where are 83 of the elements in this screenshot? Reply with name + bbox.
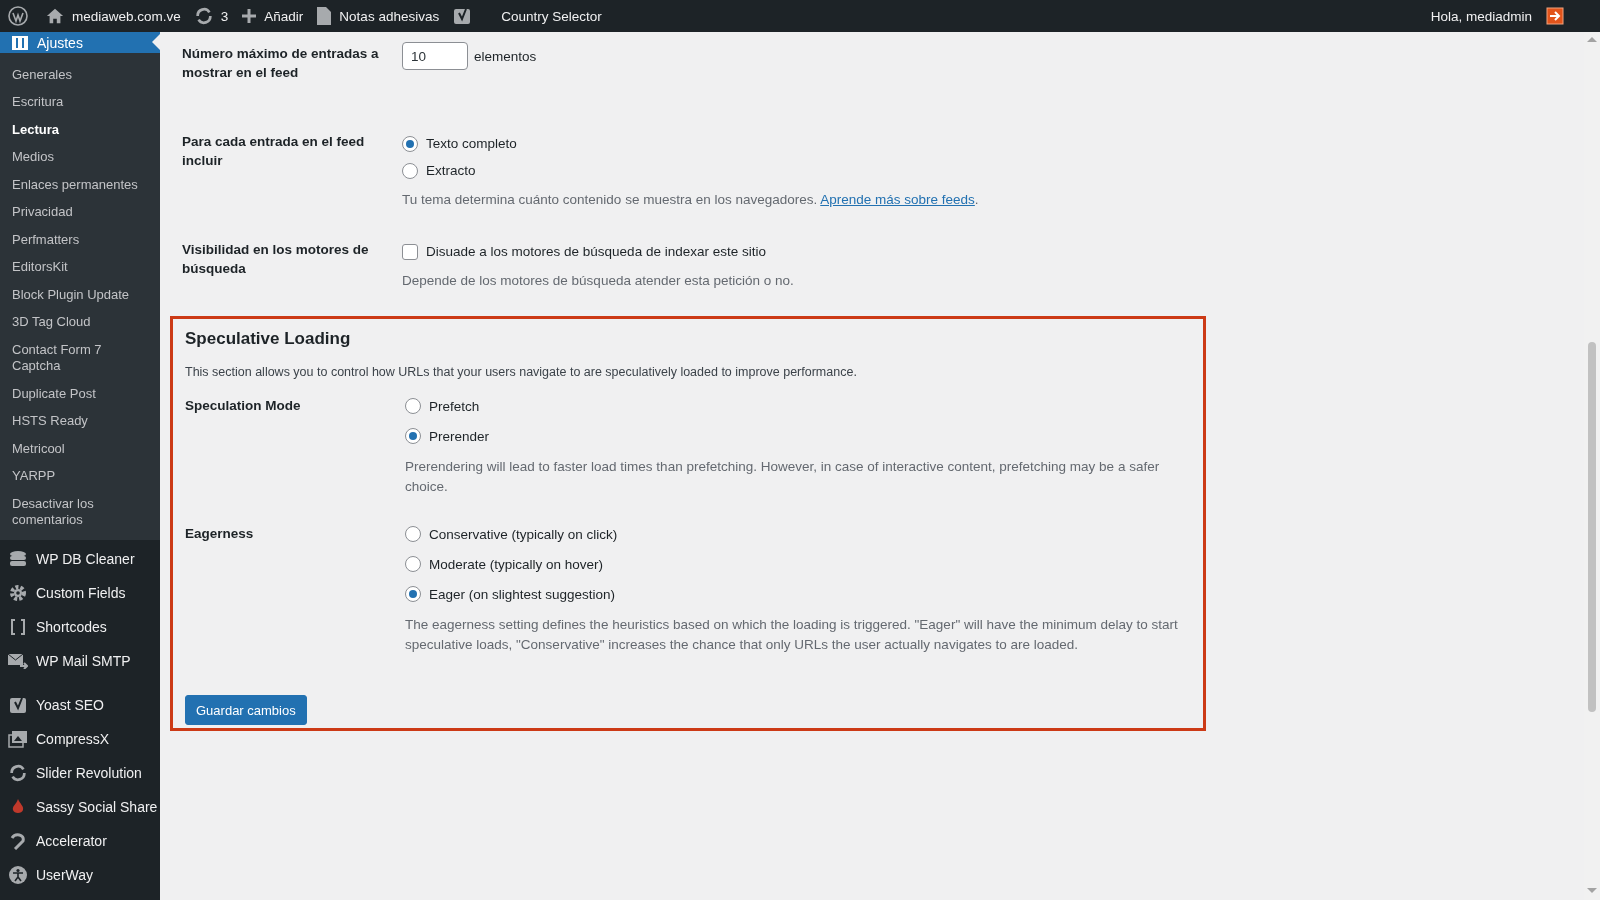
section-title: Speculative Loading — [185, 329, 352, 349]
brackets-icon — [10, 619, 26, 635]
menu-item[interactable]: UserWay — [0, 858, 160, 892]
country-selector-link[interactable]: Country Selector — [501, 8, 602, 24]
number-field[interactable]: 10 — [402, 42, 468, 70]
flame-icon — [12, 799, 24, 815]
images-icon — [8, 730, 28, 748]
accessibility-icon — [9, 866, 27, 884]
submenu-item[interactable]: Contact Form 7 Captcha — [0, 336, 160, 380]
menu-item[interactable]: Yoast SEO — [0, 688, 160, 722]
submenu-item[interactable]: Lectura — [0, 116, 160, 144]
submenu-item[interactable]: Block Plugin Update — [0, 281, 160, 309]
greeting-link[interactable]: Hola, mediadmin — [1430, 8, 1532, 24]
menu-item[interactable]: CompressX — [0, 722, 160, 756]
help-text: The eagerness setting defines the heuristics based on which the loading is triggered. "Eager" will have the minimum delay to start speculative loads, "Conservative" increases the chance that only URLs the user actually navigates to are loaded. — [405, 616, 1179, 654]
radio-button[interactable] — [405, 556, 421, 572]
submenu-item[interactable]: Duplicate Post — [0, 380, 160, 408]
setting-label: Número máximo de entradas a mostrar en el feed — [182, 45, 380, 82]
option-label: Conservative (typically on click) — [429, 526, 618, 542]
menu-item[interactable]: Sassy Social Share — [0, 790, 160, 824]
submenu-item[interactable]: Enlaces permanentes — [0, 171, 160, 199]
learn-more-link[interactable]: Aprende más sobre feeds — [820, 192, 975, 207]
yoast-icon — [9, 696, 27, 714]
submenu-item[interactable]: Desactivar los comentarios — [0, 490, 160, 534]
update-icon[interactable] — [194, 7, 213, 25]
submenu-item[interactable]: HSTS Ready — [0, 407, 160, 435]
site-name-link[interactable]: mediaweb.com.ve — [72, 8, 181, 24]
mail-arrow-icon — [8, 653, 28, 669]
submenu-item[interactable]: EditorsKit — [0, 253, 160, 281]
refresh-icon — [9, 764, 27, 782]
logout-icon[interactable] — [1546, 7, 1564, 25]
help-text: Prerendering will lead to faster load times than prefetching. However, in case of interactive content, prefetching may be a safer choice. — [405, 458, 1161, 496]
submenu-item[interactable]: Escritura — [0, 88, 160, 116]
submenu-item[interactable]: 3D Tag Cloud — [0, 308, 160, 336]
submenu-item[interactable]: Medios — [0, 143, 160, 171]
option-label: Prerender — [429, 428, 490, 444]
plus-icon[interactable] — [242, 9, 257, 23]
menu-item[interactable]: Accelerator — [0, 824, 160, 858]
hook-icon — [9, 832, 27, 850]
option-label: Texto completo — [426, 136, 517, 151]
settings-label: Ajustes — [37, 36, 83, 50]
option-label: Eager (on slightest suggestion) — [429, 586, 616, 602]
unit-label: elementos — [474, 48, 537, 64]
sliders-icon — [12, 36, 28, 50]
notes-link[interactable]: Notas adhesivas — [339, 8, 440, 24]
updates-count[interactable]: 3 — [220, 8, 229, 24]
gear-icon — [9, 584, 27, 602]
home-icon[interactable] — [46, 7, 64, 25]
submenu-item[interactable]: Privacidad — [0, 198, 160, 226]
radio-button[interactable] — [402, 162, 418, 179]
submenu-item[interactable]: Perfmatters — [0, 226, 160, 254]
setting-label: Eagerness — [185, 525, 255, 543]
save-button[interactable]: Guardar cambios — [185, 695, 307, 725]
menu-item[interactable]: WP DB Cleaner — [0, 542, 160, 576]
help-text: Depende de los motores de búsqueda atender esta petición o no. — [402, 272, 795, 290]
new-content-link[interactable]: Añadir — [264, 8, 304, 24]
document-icon[interactable] — [317, 7, 332, 25]
radio-button[interactable] — [405, 526, 421, 542]
option-label: Prefetch — [429, 398, 480, 414]
option-label: Moderate (typically on hover) — [429, 556, 604, 572]
section-description: This section allows you to control how URLs that your users navigate to are speculatively loaded to improve performance. — [185, 365, 858, 379]
menu-item[interactable]: WP Mail SMTP — [0, 644, 160, 678]
submenu-item[interactable]: Metricool — [0, 435, 160, 463]
submenu-item[interactable]: Generales — [0, 61, 160, 89]
option-label: Disuade a los motores de búsqueda de indexar este sitio — [426, 244, 766, 259]
setting-label: Visibilidad en los motores de búsqueda — [182, 241, 370, 278]
wordpress-logo-icon[interactable] — [8, 6, 28, 26]
settings-menu-item[interactable]: Ajustes — [0, 32, 160, 53]
radio-button[interactable] — [405, 398, 421, 414]
option-label: Extracto — [426, 163, 476, 178]
yoast-icon[interactable] — [453, 7, 472, 25]
radio-button[interactable] — [405, 428, 421, 444]
setting-label: Para cada entrada en el feed incluir — [182, 133, 366, 170]
radio-button[interactable] — [405, 586, 421, 602]
menu-item[interactable]: Shortcodes — [0, 610, 160, 644]
menu-item[interactable]: Slider Revolution — [0, 756, 160, 790]
database-icon — [9, 550, 27, 568]
submenu-item[interactable]: YARPP — [0, 462, 160, 490]
radio-button[interactable] — [402, 135, 418, 152]
help-text: Tu tema determina cuánto contenido se muestra en los navegadores. Aprende más sobre feeds. — [402, 191, 980, 209]
menu-item[interactable]: Custom Fields — [0, 576, 160, 610]
setting-label: Speculation Mode — [185, 397, 302, 415]
checkbox[interactable] — [402, 243, 418, 260]
